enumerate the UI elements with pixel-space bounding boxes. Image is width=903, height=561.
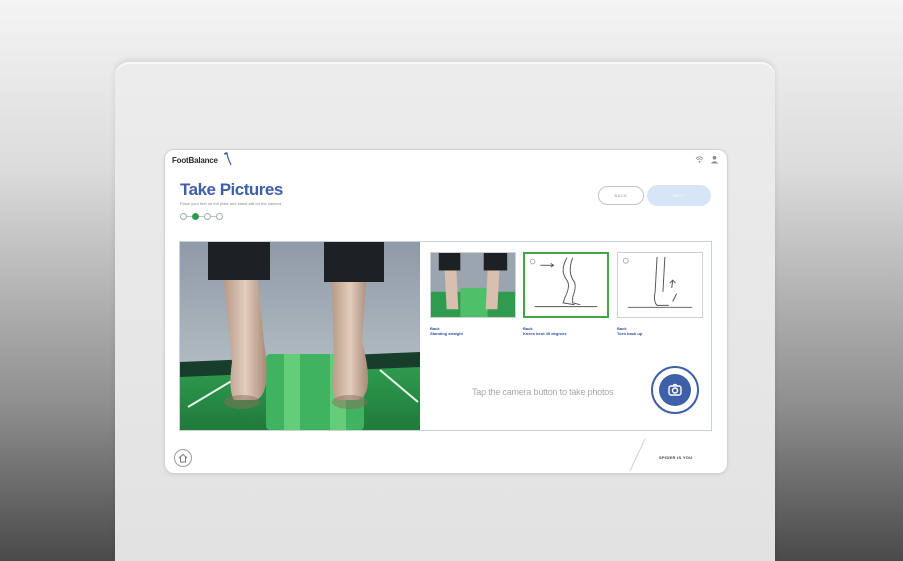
- thumbnail-label-standing: Back Standing straight: [430, 326, 463, 336]
- user-icon[interactable]: [710, 155, 719, 164]
- step-dot: [216, 213, 223, 220]
- thumbnail-standing[interactable]: [430, 252, 516, 318]
- page-title: Take Pictures: [180, 180, 283, 199]
- footer-brand: SPIDER IS YOU: [659, 455, 693, 460]
- step-dot: [204, 213, 211, 220]
- camera-panel: Back Standing straight Back Knees bent 4…: [179, 241, 712, 431]
- thumbnail-label-toes-up: Back Toes back up: [617, 326, 643, 336]
- footer-divider: [629, 438, 646, 472]
- capture-button[interactable]: [651, 366, 699, 414]
- thumbnail-toes-up[interactable]: [617, 252, 703, 318]
- wifi-icon[interactable]: [695, 155, 704, 164]
- thumbnail-label-knee-bend: Back Knees bent 45 degrees: [523, 326, 567, 336]
- home-button[interactable]: [174, 449, 192, 467]
- brand-logo: FootBalance: [172, 156, 218, 165]
- thumbnail-knee-bend[interactable]: [523, 252, 609, 318]
- next-button[interactable]: NEXT: [647, 185, 711, 206]
- step-indicator: [180, 213, 223, 220]
- instruction-text: Tap the camera button to take photos: [472, 387, 614, 397]
- kiosk-screen: FootBalance Take Pictures Place your fee…: [165, 150, 727, 473]
- home-icon: [178, 453, 188, 463]
- status-icons: [695, 155, 719, 164]
- camera-capture-icon: [668, 383, 682, 396]
- page-subtitle: Place your feet on the plate and stand s…: [180, 201, 282, 206]
- step-dot: [180, 213, 187, 220]
- logo-figure-icon: [223, 152, 232, 166]
- back-button[interactable]: BACK: [598, 186, 644, 205]
- step-dot-active: [192, 213, 199, 220]
- live-camera-feed: [180, 242, 420, 430]
